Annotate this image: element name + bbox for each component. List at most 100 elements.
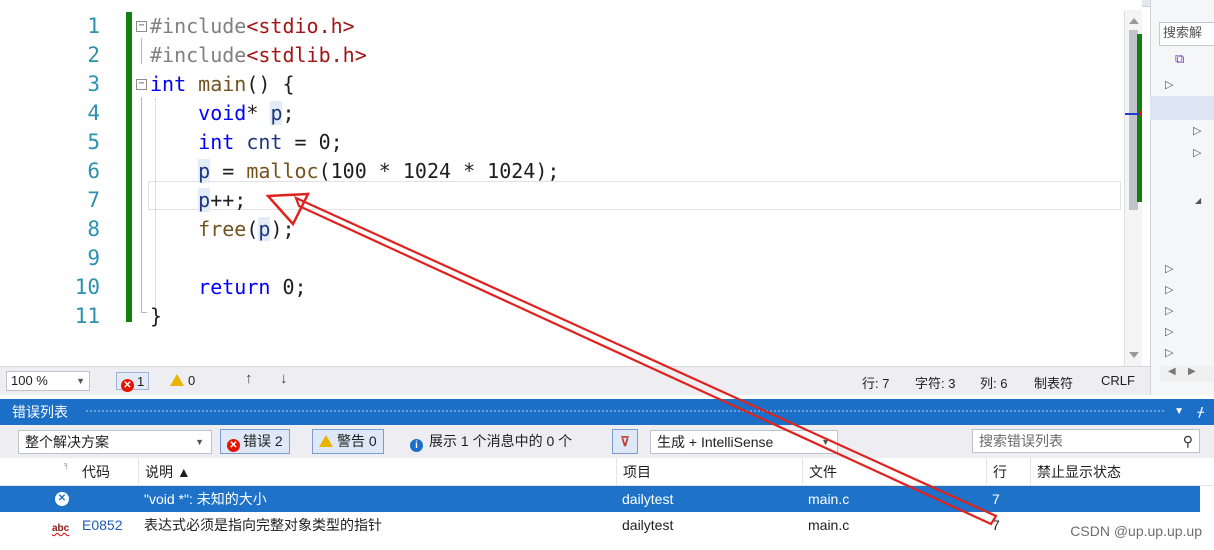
code-token: #include (150, 14, 247, 38)
chevron-down-icon: ▼ (821, 437, 830, 447)
column-code[interactable]: 代码 (76, 458, 110, 486)
code-line[interactable]: int main() { (150, 70, 295, 99)
watermark: CSDN @up.up.up.up (1070, 523, 1202, 539)
error-list-title-bar[interactable]: 错误列表 ▼ ᚋ (0, 399, 1214, 425)
column-description[interactable]: 说明 ▲ (138, 458, 191, 486)
code-line[interactable]: p++; (150, 186, 246, 215)
collapse-main-toggle[interactable]: − (136, 79, 147, 90)
error-list-search-input[interactable]: 搜索错误列表 ⚲ (972, 429, 1200, 453)
line-number: 1 (87, 14, 100, 38)
error-description: "void *": 未知的大小 (144, 491, 267, 507)
line-indicator[interactable]: 行: 7 (862, 373, 889, 392)
scroll-down-icon[interactable] (1129, 352, 1139, 358)
table-row[interactable]: ✕ "void *": 未知的大小 dailytest main.c 7 (0, 486, 1200, 512)
error-list-title: 错误列表 (12, 404, 68, 420)
error-list-header: ╕ 代码 说明 ▲ 项目 文件 行 禁止显示状态 (0, 458, 1214, 486)
expand-arrow-icon[interactable]: ▷ (1193, 146, 1201, 159)
code-line[interactable]: free(p); (150, 215, 295, 244)
title-grip (86, 410, 1164, 414)
char-indicator[interactable]: 字符: 3 (915, 373, 955, 392)
code-line[interactable]: } (150, 302, 162, 331)
scope-select[interactable]: 整个解决方案 ▼ (18, 430, 212, 454)
scroll-left-icon[interactable]: ◀ (1168, 366, 1176, 377)
column-indicator[interactable]: 列: 6 (980, 373, 1007, 392)
code-token: <stdio.h> (246, 14, 355, 38)
table-row[interactable]: abc E0852 表达式必须是指向完整对象类型的指针 dailytest ma… (0, 512, 1200, 538)
panel-menu-chevron-icon[interactable]: ▼ (1174, 399, 1184, 425)
line-number: 10 (74, 275, 100, 299)
error-list-toolbar: 整个解决方案 ▼ ✕ 错误 2 警告 0 i 展示 1 个消息中的 0 个 ⊽ 生成… (0, 425, 1214, 458)
code-token: = 0; (282, 130, 343, 154)
change-tracking-bar (126, 12, 132, 322)
code-token: main (198, 72, 247, 96)
filter-icon[interactable]: ⊽ (612, 429, 638, 454)
column-suppression[interactable]: 禁止显示状态 (1030, 458, 1121, 486)
code-line[interactable]: return 0; (150, 273, 306, 302)
column-chooser-icon[interactable]: ╕ (64, 460, 70, 469)
warning-icon (170, 374, 184, 386)
zoom-select[interactable]: 100 % ▼ (6, 371, 90, 391)
messages-filter-label: 展示 1 个消息中的 0 个 (429, 433, 573, 449)
code-token: cnt (246, 130, 283, 154)
line-number: 2 (87, 43, 100, 67)
code-editor[interactable]: 1 2 3 4 5 6 7 8 9 10 11 − − #include<stdio.h> #incl… (0, 0, 1142, 366)
pin-icon[interactable]: ᚋ (1198, 399, 1204, 425)
code-token: p (270, 101, 283, 125)
code-token: p (198, 159, 211, 183)
code-line[interactable]: #include<stdlib.h> (150, 41, 367, 70)
expand-arrow-icon[interactable]: ▷ (1165, 262, 1173, 275)
scroll-right-icon[interactable]: ▶ (1188, 366, 1196, 377)
code-line[interactable]: void* p; (150, 99, 295, 128)
code-token: * (246, 101, 271, 125)
solution-search-input[interactable]: 搜索解 (1159, 22, 1214, 46)
code-token: ; (282, 101, 295, 125)
previous-issue-arrow-icon[interactable]: ↑ (245, 370, 253, 387)
scroll-up-icon[interactable] (1129, 18, 1139, 24)
expand-arrow-icon[interactable]: ▷ (1165, 78, 1173, 91)
messages-filter-button[interactable]: i 展示 1 个消息中的 0 个 (410, 430, 572, 453)
tab-mode-indicator[interactable]: 制表符 (1034, 373, 1073, 392)
code-token: #include (150, 43, 247, 67)
intellisense-error-icon: abc (52, 523, 70, 534)
column-project[interactable]: 项目 (616, 458, 651, 486)
line-ending-indicator[interactable]: CRLF (1101, 373, 1135, 388)
code-token: free (198, 217, 247, 241)
errors-filter-button[interactable]: ✕ 错误 2 (220, 429, 290, 454)
code-token: malloc (246, 159, 319, 183)
code-line[interactable]: int cnt = 0; (150, 128, 343, 157)
error-project: dailytest (622, 517, 674, 533)
column-line[interactable]: 行 (986, 458, 1007, 486)
editor-vertical-scrollbar[interactable] (1124, 10, 1142, 366)
line-number: 5 (87, 130, 100, 154)
code-token: p (258, 217, 271, 241)
expand-arrow-icon[interactable]: ▷ (1193, 124, 1201, 137)
warning-count: 0 (188, 373, 196, 388)
code-token: ( (246, 217, 259, 241)
collapse-include-toggle[interactable]: − (136, 21, 147, 32)
expand-arrow-icon[interactable]: ▷ (1165, 346, 1173, 359)
line-number: 3 (87, 72, 100, 96)
expand-arrow-icon[interactable]: ▷ (1165, 325, 1173, 338)
warning-count-indicator[interactable]: 0 (170, 372, 195, 390)
code-line[interactable]: #include<stdio.h> (150, 12, 355, 41)
code-token: int (198, 130, 235, 154)
solution-icon: ⧉ (1175, 52, 1185, 67)
collapse-arrow-icon[interactable]: ◢ (1195, 196, 1201, 205)
warnings-filter-label: 警告 0 (337, 433, 377, 449)
column-file[interactable]: 文件 (802, 458, 837, 486)
error-count-indicator[interactable]: ✕ 1 (116, 372, 150, 392)
error-code[interactable]: E0852 (82, 512, 122, 538)
expand-arrow-icon[interactable]: ▷ (1165, 304, 1173, 317)
line-number: 4 (87, 101, 100, 125)
solution-selected-row[interactable] (1150, 96, 1214, 120)
expand-arrow-icon[interactable]: ▷ (1165, 283, 1173, 296)
warnings-filter-button[interactable]: 警告 0 (312, 429, 384, 454)
next-issue-arrow-icon[interactable]: ↓ (280, 370, 288, 387)
outline-guide (141, 97, 142, 313)
solution-horizontal-scrollbar[interactable]: ◀ ▶ (1160, 366, 1214, 382)
build-source-select[interactable]: 生成 + IntelliSense ▼ (650, 430, 838, 454)
code-line[interactable]: p = malloc(100 * 1024 * 1024); (150, 157, 559, 186)
